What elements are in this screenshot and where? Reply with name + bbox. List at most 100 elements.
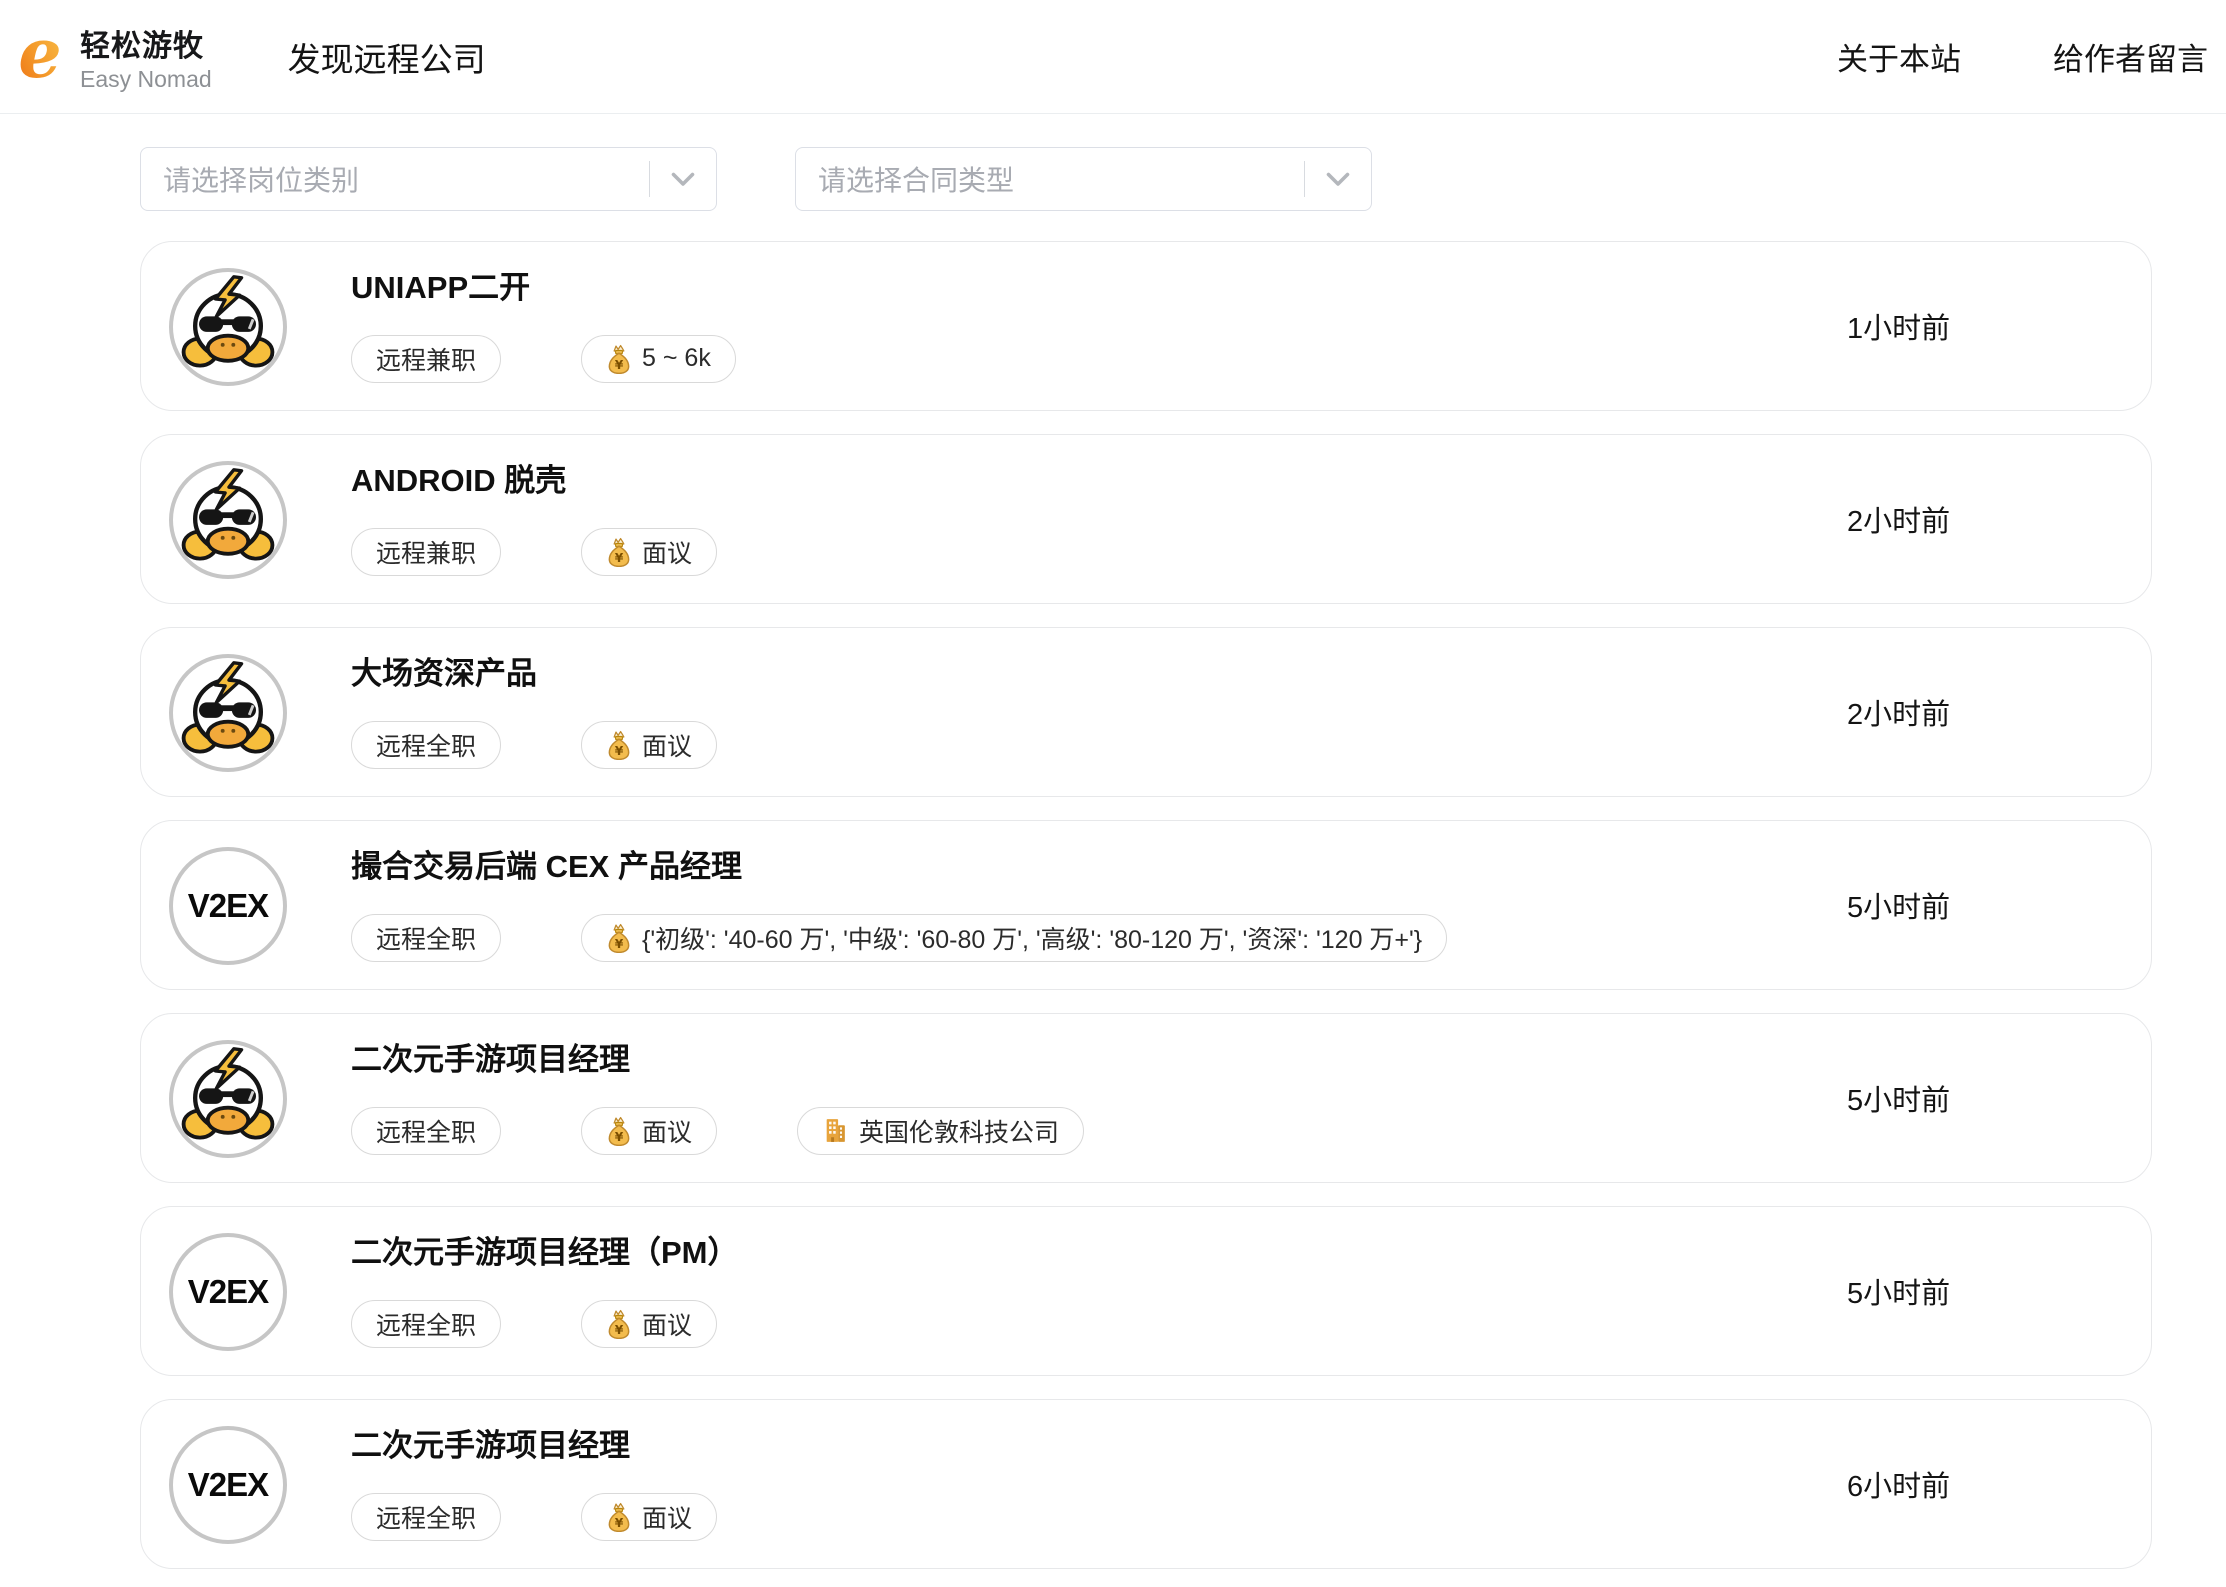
- job-card[interactable]: 大场资深产品 远程全职 ¥ 面议 2小时前: [140, 627, 2152, 797]
- job-card[interactable]: V2EX 二次元手游项目经理（PM） 远程全职 ¥ 面议 5小时前: [140, 1206, 2152, 1376]
- company-avatar: V2EX: [169, 847, 287, 965]
- brand-name-cn: 轻松游牧: [80, 21, 212, 65]
- job-card-body: 撮合交易后端 CEX 产品经理 远程全职 ¥ {'初级': '40-60 万',…: [351, 821, 1447, 989]
- tag-contract: 远程全职: [351, 1107, 501, 1155]
- tag-label: {'初级': '40-60 万', '中级': '60-80 万', '高级':…: [642, 920, 1422, 956]
- v2ex-avatar: V2EX: [188, 887, 268, 925]
- tag-label: 面议: [642, 1113, 692, 1149]
- tag-salary: ¥ 面议: [581, 1107, 717, 1155]
- header: e 轻松游牧 Easy Nomad 发现远程公司 关于本站 给作者留言: [0, 0, 2226, 114]
- duck-avatar: [172, 1043, 284, 1155]
- tag-label: 远程兼职: [376, 341, 476, 377]
- money-bag-icon: ¥: [606, 923, 632, 953]
- tag-salary: ¥ 面议: [581, 1493, 717, 1541]
- svg-text:¥: ¥: [615, 1322, 624, 1336]
- nav-link-message-author[interactable]: 给作者留言: [2053, 34, 2208, 79]
- company-avatar: [169, 268, 287, 386]
- tag-salary: ¥ 5 ~ 6k: [581, 335, 736, 383]
- v2ex-avatar: V2EX: [188, 1273, 268, 1311]
- svg-text:¥: ¥: [615, 1129, 624, 1143]
- contract-type-select[interactable]: 请选择合同类型: [795, 147, 1372, 211]
- job-card-body: 二次元手游项目经理（PM） 远程全职 ¥ 面议: [351, 1207, 739, 1375]
- money-bag-icon: ¥: [606, 537, 632, 567]
- duck-avatar: [172, 271, 284, 383]
- filter-bar: 请选择岗位类别 请选择合同类型: [140, 147, 2226, 211]
- job-tags: 远程兼职 ¥ 5 ~ 6k: [351, 335, 736, 383]
- job-card-body: 大场资深产品 远程全职 ¥ 面议: [351, 628, 717, 796]
- tag-contract: 远程全职: [351, 1493, 501, 1541]
- money-bag-icon: ¥: [606, 1502, 632, 1532]
- job-title: UNIAPP二开: [351, 269, 736, 306]
- job-time: 5小时前: [1847, 884, 1950, 926]
- tag-contract: 远程兼职: [351, 528, 501, 576]
- brand-name-en: Easy Nomad: [80, 66, 212, 93]
- tag-company: 英国伦敦科技公司: [797, 1107, 1084, 1155]
- tag-label: 英国伦敦科技公司: [859, 1113, 1059, 1149]
- svg-text:¥: ¥: [615, 550, 624, 564]
- tag-contract: 远程全职: [351, 721, 501, 769]
- job-time: 2小时前: [1847, 498, 1950, 540]
- svg-text:¥: ¥: [615, 743, 624, 757]
- job-time: 1小时前: [1847, 305, 1950, 347]
- tag-contract: 远程兼职: [351, 335, 501, 383]
- brand[interactable]: 轻松游牧 Easy Nomad: [80, 21, 212, 93]
- company-avatar: [169, 654, 287, 772]
- money-bag-icon: ¥: [606, 1116, 632, 1146]
- job-category-select[interactable]: 请选择岗位类别: [140, 147, 717, 211]
- money-bag-icon: ¥: [606, 730, 632, 760]
- job-title: 大场资深产品: [351, 655, 717, 692]
- header-nav: 关于本站 给作者留言: [1837, 34, 2208, 79]
- duck-avatar: [172, 464, 284, 576]
- job-card[interactable]: V2EX 二次元手游项目经理 远程全职 ¥ 面议 6小时前: [140, 1399, 2152, 1569]
- building-icon: [822, 1117, 849, 1144]
- tag-label: 远程全职: [376, 1306, 476, 1342]
- chevron-down-icon: [650, 172, 716, 187]
- job-tags: 远程全职 ¥ 面议: [351, 1493, 717, 1541]
- job-card-body: 二次元手游项目经理 远程全职 ¥ 面议 英国伦敦科技公司: [351, 1014, 1084, 1182]
- money-bag-icon: ¥: [606, 1309, 632, 1339]
- svg-text:¥: ¥: [615, 357, 624, 371]
- tag-label: 5 ~ 6k: [642, 344, 711, 373]
- svg-text:e: e: [18, 23, 61, 91]
- job-card[interactable]: UNIAPP二开 远程兼职 ¥ 5 ~ 6k 1小时前: [140, 241, 2152, 411]
- nav-link-about[interactable]: 关于本站: [1837, 34, 1961, 79]
- job-title: 撮合交易后端 CEX 产品经理: [351, 848, 1447, 885]
- tag-salary: ¥ 面议: [581, 1300, 717, 1348]
- duck-avatar: [172, 657, 284, 769]
- job-card[interactable]: ANDROID 脱壳 远程兼职 ¥ 面议 2小时前: [140, 434, 2152, 604]
- tag-label: 面议: [642, 1499, 692, 1535]
- job-time: 6小时前: [1847, 1463, 1950, 1505]
- contract-type-placeholder: 请选择合同类型: [818, 159, 1304, 199]
- job-time: 2小时前: [1847, 691, 1950, 733]
- job-card-body: UNIAPP二开 远程兼职 ¥ 5 ~ 6k: [351, 242, 736, 410]
- job-tags: 远程兼职 ¥ 面议: [351, 528, 717, 576]
- job-tags: 远程全职 ¥ 面议: [351, 1300, 739, 1348]
- job-title: 二次元手游项目经理: [351, 1427, 717, 1464]
- job-category-placeholder: 请选择岗位类别: [163, 159, 649, 199]
- tag-label: 面议: [642, 1306, 692, 1342]
- job-time: 5小时前: [1847, 1077, 1950, 1119]
- job-card[interactable]: V2EX 撮合交易后端 CEX 产品经理 远程全职 ¥ {'初级': '40-6…: [140, 820, 2152, 990]
- tag-label: 远程兼职: [376, 534, 476, 570]
- tag-label: 远程全职: [376, 920, 476, 956]
- job-tags: 远程全职 ¥ {'初级': '40-60 万', '中级': '60-80 万'…: [351, 914, 1447, 962]
- job-title: 二次元手游项目经理: [351, 1041, 1084, 1078]
- tag-salary: ¥ 面议: [581, 721, 717, 769]
- v2ex-avatar: V2EX: [188, 1466, 268, 1504]
- brand-logo-icon[interactable]: e: [12, 22, 68, 92]
- tag-label: 远程全职: [376, 1113, 476, 1149]
- job-title: 二次元手游项目经理（PM）: [351, 1234, 739, 1271]
- job-list: UNIAPP二开 远程兼职 ¥ 5 ~ 6k 1小时前: [140, 241, 2152, 1569]
- company-avatar: [169, 461, 287, 579]
- job-tags: 远程全职 ¥ 面议: [351, 721, 717, 769]
- tag-salary: ¥ {'初级': '40-60 万', '中级': '60-80 万', '高级…: [581, 914, 1447, 962]
- money-bag-icon: ¥: [606, 344, 632, 374]
- job-title: ANDROID 脱壳: [351, 462, 717, 499]
- svg-text:¥: ¥: [615, 1515, 624, 1529]
- tag-label: 远程全职: [376, 1499, 476, 1535]
- tag-label: 面议: [642, 727, 692, 763]
- job-tags: 远程全职 ¥ 面议 英国伦敦科技公司: [351, 1107, 1084, 1155]
- job-time: 5小时前: [1847, 1270, 1950, 1312]
- job-card[interactable]: 二次元手游项目经理 远程全职 ¥ 面议 英国伦敦科技公司 5小时前: [140, 1013, 2152, 1183]
- chevron-down-icon: [1305, 172, 1371, 187]
